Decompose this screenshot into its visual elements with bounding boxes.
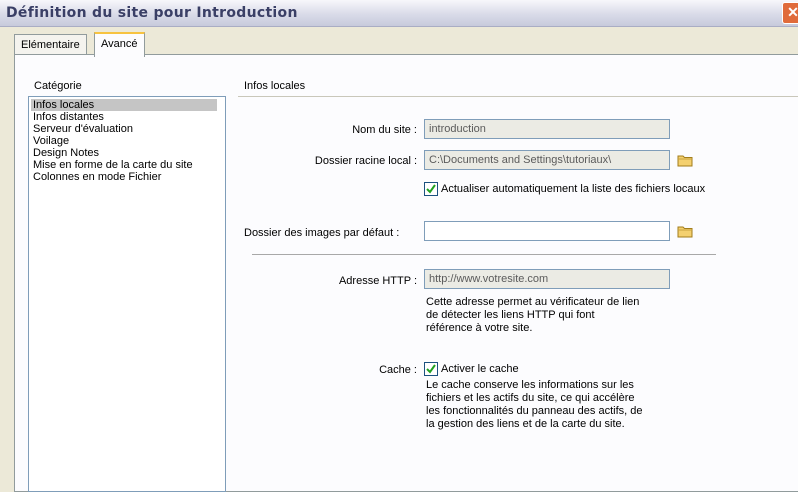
cache-checkbox-label: Activer le cache: [441, 363, 519, 375]
browse-folder-icon[interactable]: [677, 153, 693, 167]
auto-refresh-label: Actualiser automatiquement la liste des …: [441, 183, 706, 195]
category-item-design-notes[interactable]: Design Notes: [33, 147, 99, 159]
category-item-carte-du-site[interactable]: Mise en forme de la carte du site: [33, 159, 193, 171]
root-folder-field[interactable]: C:\Documents and Settings\tutoriaux\: [424, 150, 670, 170]
tab-elementaire[interactable]: Elémentaire: [14, 34, 87, 55]
category-item-voilage[interactable]: Voilage: [33, 135, 69, 147]
section-divider: [238, 96, 798, 97]
category-item-infos-locales[interactable]: Infos locales: [31, 99, 217, 111]
images-folder-label: Dossier des images par défaut :: [244, 227, 400, 239]
site-name-field[interactable]: introduction: [424, 119, 670, 139]
checkmark-icon: [426, 184, 436, 194]
category-label: Catégorie: [34, 80, 82, 92]
cache-label: Cache :: [379, 364, 417, 376]
category-item-colonnes-fichier[interactable]: Colonnes en mode Fichier: [33, 171, 161, 183]
browse-folder-icon[interactable]: [677, 224, 693, 238]
http-address-label: Adresse HTTP :: [338, 275, 417, 287]
http-description: Cette adresse permet au vérificateur de …: [426, 296, 640, 334]
cache-checkbox[interactable]: [424, 362, 438, 376]
checkmark-icon: [426, 364, 436, 374]
window-title: Définition du site pour Introduction: [6, 5, 298, 21]
cache-description: Le cache conserve les informations sur l…: [426, 379, 643, 430]
category-item-infos-distantes[interactable]: Infos distantes: [33, 111, 104, 123]
category-list[interactable]: Infos locales Infos distantes Serveur d'…: [28, 96, 226, 492]
section-title: Infos locales: [244, 80, 306, 92]
root-folder-label: Dossier racine local :: [314, 155, 417, 167]
http-address-field[interactable]: http://www.votresite.com: [424, 269, 670, 289]
divider: [252, 254, 716, 255]
images-folder-field[interactable]: [424, 221, 670, 241]
site-name-label: Nom du site :: [352, 124, 417, 136]
category-item-serveur-evaluation[interactable]: Serveur d'évaluation: [33, 123, 133, 135]
close-button[interactable]: ✕: [782, 2, 798, 24]
auto-refresh-checkbox[interactable]: [424, 182, 438, 196]
tab-avance[interactable]: Avancé: [94, 32, 145, 57]
title-bar: Définition du site pour Introduction ✕: [0, 0, 798, 27]
